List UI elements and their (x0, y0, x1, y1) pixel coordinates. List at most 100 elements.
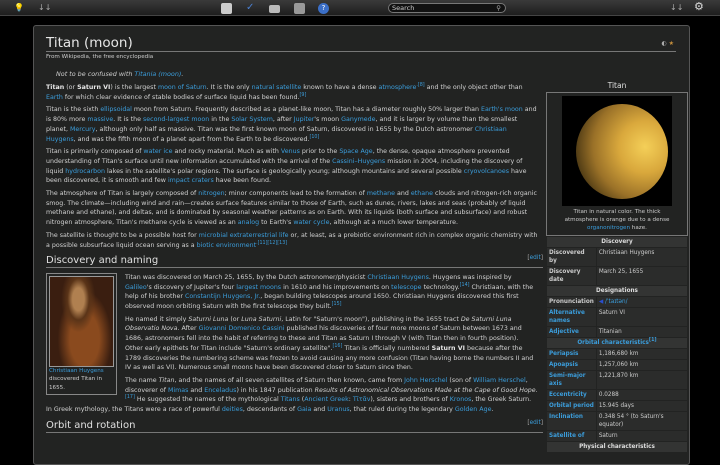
infobox-key[interactable]: Semi-major axis (547, 371, 596, 389)
citation-link[interactable]: [14] (460, 283, 470, 288)
search-input[interactable]: Search ⚲ (388, 3, 506, 13)
gear-icon[interactable]: ⚙ (694, 1, 704, 13)
help-icon[interactable]: ? (318, 3, 329, 14)
search-icon[interactable]: ⚲ (496, 4, 501, 13)
wiki-link[interactable]: cryovolcanoes (464, 168, 509, 175)
wiki-link[interactable]: Galileo (125, 284, 147, 291)
text-run: in the (209, 116, 232, 124)
wiki-link[interactable]: Constantijn Huygens, Jr. (185, 293, 260, 300)
page-icon[interactable] (294, 3, 305, 14)
citation-link[interactable]: [9] (300, 93, 307, 98)
wiki-link[interactable]: natural satellite (252, 84, 302, 91)
wiki-link[interactable]: Ancient Greek (304, 396, 349, 403)
infobox-key[interactable]: Eccentricity (547, 390, 596, 400)
audio-icon[interactable]: ◐ (661, 40, 666, 47)
huygens-portrait-image[interactable] (49, 275, 114, 367)
wiki-link[interactable]: Enceladus (204, 387, 236, 394)
wiki-link[interactable]: Cassini–Huygens (332, 158, 385, 165)
wiki-link[interactable]: Mercury (70, 126, 96, 133)
wiki-link[interactable]: second-largest moon (143, 116, 209, 123)
wiki-link[interactable]: Golden Age (455, 406, 492, 413)
text-run: technology. (421, 283, 460, 291)
wiki-link[interactable]: ellipsoidal (100, 106, 132, 113)
print-icon[interactable] (269, 5, 280, 13)
wiki-link[interactable]: Giovanni Domenico Cassini (199, 325, 285, 332)
wiki-link[interactable]: Ganymede (341, 116, 375, 123)
wiki-link[interactable]: William Herschel (473, 377, 526, 384)
edit-pen-icon[interactable]: ✓ (246, 2, 254, 14)
infobox-key[interactable]: Orbital period (547, 401, 596, 411)
edit-section-link[interactable]: [edit] (527, 419, 543, 429)
infobox-key[interactable]: Inclination (547, 412, 596, 430)
infobox-value: 1,186,680 km (598, 351, 639, 357)
wiki-link[interactable]: microbial extraterrestrial life (199, 232, 289, 239)
text-run: . It is the only (206, 84, 252, 91)
wiki-link[interactable]: telescope (391, 284, 421, 291)
collapse-right-button[interactable]: ↓↓ (670, 2, 683, 14)
wiki-link[interactable]: John Herschel (404, 377, 447, 384)
featured-star-icon[interactable]: ★ (669, 40, 674, 47)
wiki-link[interactable]: largest moons (236, 284, 281, 291)
titan-image[interactable] (562, 96, 672, 206)
text-run: Not to be confused with (56, 70, 135, 78)
wiki-link[interactable]: Solar System (231, 116, 273, 123)
wiki-link[interactable]: nitrogen (198, 190, 224, 197)
wiki-link[interactable]: Gaia (297, 406, 311, 413)
infobox-section-title: Discovery (547, 237, 687, 247)
wiki-link[interactable]: Venus (281, 148, 300, 155)
wiki-link[interactable]: Titans (281, 396, 300, 403)
wiki-link[interactable]: Τῑτᾶν (353, 396, 370, 403)
text-run: and rocky material. Much as with (172, 148, 281, 156)
infobox-value-cell: 0.0288 (596, 390, 687, 400)
wiki-link[interactable]: massive (87, 116, 113, 123)
wiki-link[interactable]: Christiaan Huygens (49, 368, 104, 374)
wiki-link[interactable]: Jupiter (294, 116, 315, 123)
citation-link[interactable]: [17] (125, 395, 135, 400)
wiki-link[interactable]: Uranus (327, 406, 349, 413)
infobox-key[interactable]: Satellite of (547, 431, 596, 441)
infobox-key[interactable]: Adjective (547, 327, 596, 337)
wiki-link[interactable]: deities (222, 406, 243, 413)
edit-section-link[interactable]: [edit] (527, 254, 543, 264)
wiki-link[interactable]: Titania (moon) (134, 70, 181, 78)
wiki-link[interactable]: analog (238, 219, 259, 226)
infobox-value-cell: 1,221,870 km (596, 371, 687, 389)
article-icon[interactable] (221, 3, 232, 14)
wiki-link[interactable]: hydrocarbon (65, 168, 105, 175)
edit-label[interactable]: edit (530, 255, 541, 261)
wiki-link[interactable]: impact craters (168, 177, 214, 184)
wiki-link[interactable]: Kronos (450, 396, 472, 403)
infobox-key[interactable]: Alternative names (547, 308, 596, 326)
citation-link[interactable]: .[8] (416, 83, 424, 88)
collapse-left-button[interactable]: ↓↓ (38, 2, 51, 14)
lightbulb-icon[interactable]: 💡 (14, 2, 24, 14)
wiki-link[interactable]: water ice (143, 148, 172, 155)
infobox-key[interactable]: Apoapsis (547, 360, 596, 370)
wiki-link[interactable]: water cycle (293, 219, 329, 226)
wiki-link[interactable]: methane (367, 190, 395, 197)
edit-label[interactable]: edit (530, 420, 541, 426)
infobox-key[interactable]: Periapsis (547, 349, 596, 359)
wiki-link[interactable]: moon of Saturn (158, 84, 207, 91)
text-run: and (188, 386, 205, 394)
wiki-link[interactable]: atmosphere (379, 84, 417, 91)
infobox-value-cell: Saturn (596, 431, 687, 441)
top-toolbar: 💡 ↓↓ ✓ ? Search ⚲ ↓↓ ⚙ (0, 0, 720, 16)
citation-link[interactable]: [16] (333, 344, 343, 349)
wiki-link[interactable]: Space Age (339, 148, 372, 155)
wiki-link[interactable]: Earth's moon (481, 106, 523, 113)
infobox-row: Pronunciation ◀ /ˈtaɪtən/ (547, 297, 687, 307)
wiki-link[interactable]: Christiaan Huygens (367, 274, 429, 281)
infobox-value[interactable]: /ˈtaɪtən/ (605, 299, 628, 305)
citation-link[interactable]: [1] (649, 338, 657, 343)
infobox-row: Satellite of Saturn (547, 431, 687, 441)
wiki-link[interactable]: Earth (46, 94, 63, 101)
citation-link[interactable]: .[11][12][13] (256, 240, 287, 246)
citation-link[interactable]: [15] (332, 302, 342, 307)
wiki-link[interactable]: organonitrogen (587, 225, 630, 231)
wiki-link[interactable]: Mimas (168, 387, 188, 394)
wiki-link[interactable]: biotic environment (197, 242, 256, 249)
wiki-link[interactable]: ethane (411, 190, 433, 197)
citation-link[interactable]: [10] (309, 134, 319, 140)
text-run: Results of Astronomical Observations Mad… (314, 386, 536, 394)
